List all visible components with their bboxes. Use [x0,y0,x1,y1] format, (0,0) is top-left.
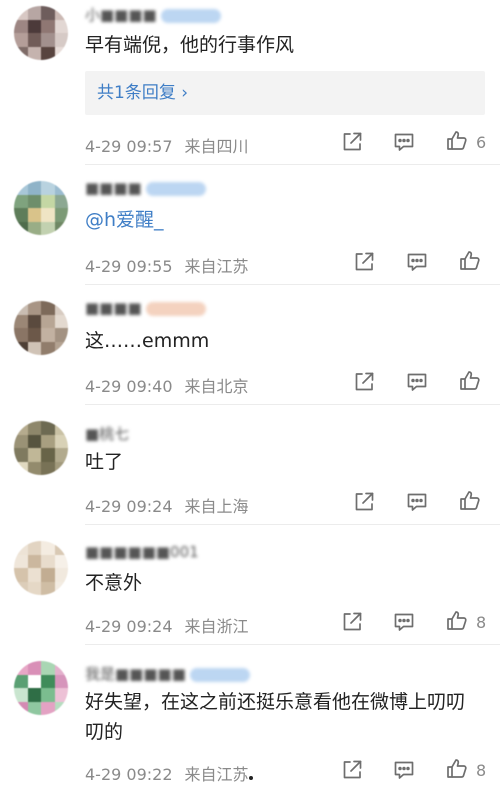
like-icon[interactable] [445,757,469,781]
location: 来自北京 [184,377,249,396]
location: 来自浙江 [184,617,249,636]
view-replies-button[interactable]: 共1条回复 › [85,71,485,115]
comment-text: 不意外 [85,572,143,594]
comment-3: ■■■■ 这……emmm 4-29 09:40 来自北京 [0,285,500,405]
avatar[interactable] [14,661,68,715]
comment-icon[interactable] [392,758,416,782]
share-icon[interactable] [352,250,376,274]
username[interactable]: ■桃七 [85,423,129,443]
mention-link[interactable]: @h爱醒_ [85,209,164,231]
like-icon[interactable] [445,609,469,633]
share-icon[interactable] [340,758,364,782]
avatar[interactable] [14,301,68,355]
like-icon[interactable] [445,129,469,153]
comment-meta: 4-29 09:24 来自上海 [85,493,249,517]
timestamp: 4-29 09:55 [85,257,173,276]
comment-icon[interactable] [405,490,429,514]
location: 来自四川 [184,137,249,156]
username[interactable]: 我是■■■■■ [85,663,250,683]
avatar[interactable] [14,421,68,475]
comment-4: ■桃七 吐了 4-29 09:24 来自上海 [0,405,500,525]
like-count: 6 [476,133,487,152]
comment-meta: 4-29 09:22 来自江苏 [85,761,249,785]
comment-meta: 4-29 09:57 来自四川 [85,133,249,157]
username[interactable]: ■■■■ [85,299,206,317]
comment-icon[interactable] [392,130,416,154]
location: 来自江苏 [184,257,249,276]
comment-6: 我是■■■■■ 好失望，在这之前还挺乐意看他在微博上叨叨叨的 4-29 09:2… [0,645,500,785]
comment-text: 吐了 [85,451,124,473]
comment-icon[interactable] [392,610,416,634]
comment-text: 早有端倪，他的行事作风 [85,34,295,56]
comment-5: ■■■■■■001 不意外 4-29 09:24 来自浙江 8 [0,525,500,645]
timestamp: 4-29 09:24 [85,497,173,516]
like-count: 8 [476,613,487,632]
comment-2: ■■■■ @h爱醒_ 4-29 09:55 来自江苏 [0,165,500,285]
avatar[interactable] [14,6,68,60]
location: 来自江苏 [184,765,249,784]
comment-meta: 4-29 09:40 来自北京 [85,373,249,397]
comment-text: @h爱醒_ [85,205,482,235]
like-icon[interactable] [458,369,482,393]
comment-text: 这……emmm [85,330,210,352]
avatar[interactable] [14,181,68,235]
comment-icon[interactable] [405,250,429,274]
comment-meta: 4-29 09:24 来自浙江 [85,613,249,637]
timestamp: 4-29 09:40 [85,377,173,396]
comment-1: 小■■■■ 早有端倪，他的行事作风 共1条回复 › 4-29 09:57 来自四川… [0,0,500,165]
timestamp: 4-29 09:22 [85,765,173,784]
share-icon[interactable] [352,490,376,514]
comment-meta: 4-29 09:55 来自江苏 [85,253,249,277]
username[interactable]: ■■■■ [85,179,206,197]
location: 来自上海 [184,497,249,516]
avatar[interactable] [14,541,68,595]
username[interactable]: ■■■■■■001 [85,543,199,561]
share-icon[interactable] [340,130,364,154]
timestamp: 4-29 09:24 [85,617,173,636]
like-count: 8 [476,761,487,780]
share-icon[interactable] [352,370,376,394]
like-icon[interactable] [458,489,482,513]
separator-dot [249,776,253,780]
timestamp: 4-29 09:57 [85,137,173,156]
comment-text: 好失望，在这之前还挺乐意看他在微博上叨叨叨的 [85,691,466,743]
like-icon[interactable] [458,249,482,273]
share-icon[interactable] [340,610,364,634]
username[interactable]: 小■■■■ [85,4,221,24]
comment-icon[interactable] [405,370,429,394]
